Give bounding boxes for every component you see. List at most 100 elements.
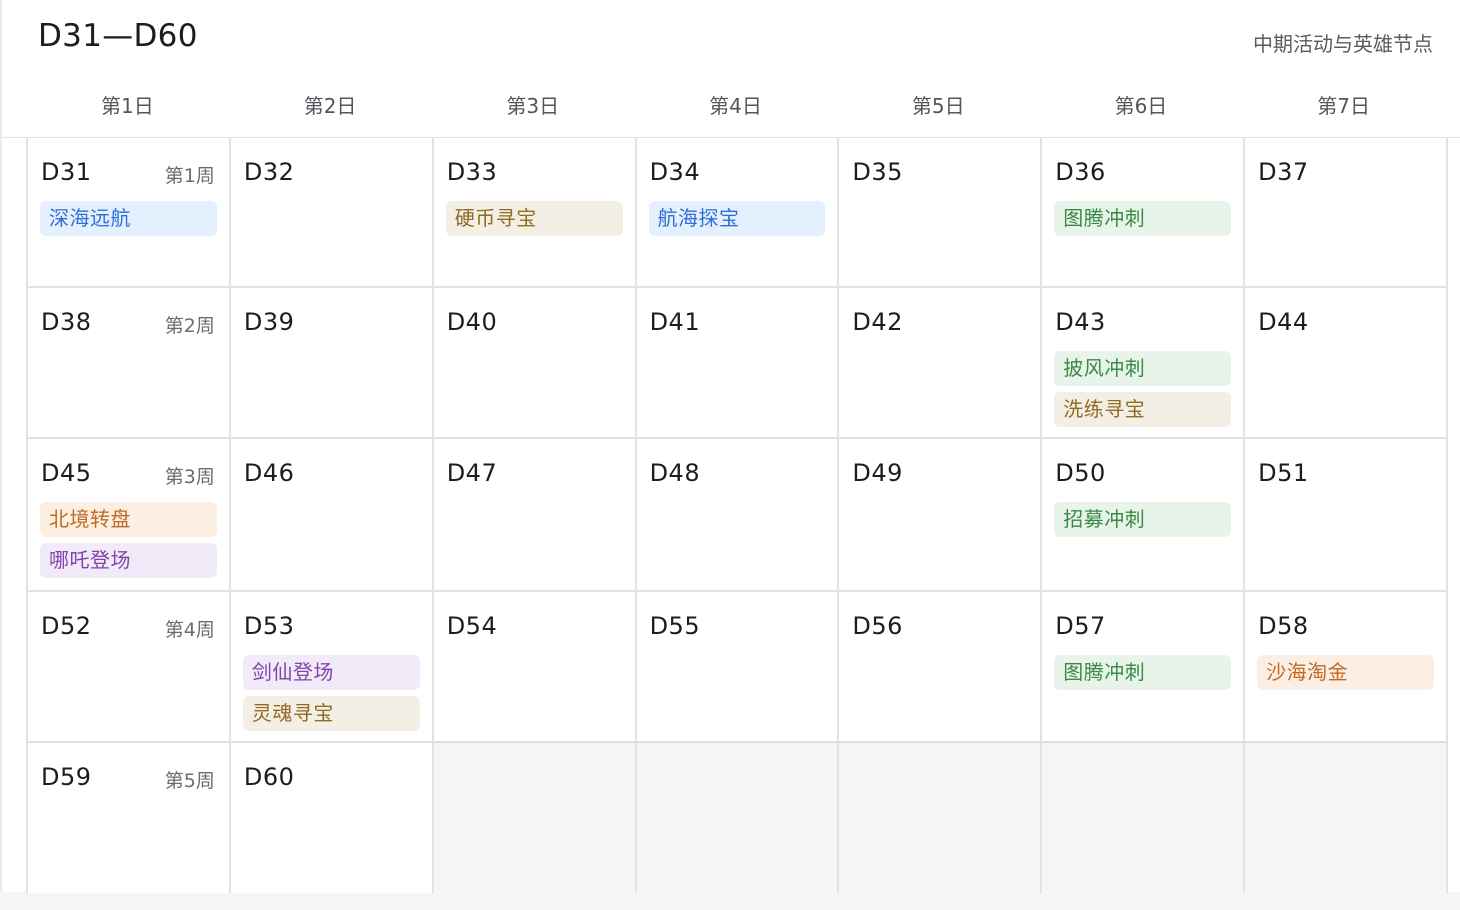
weekday-label: 第4日	[709, 94, 762, 118]
day-cell[interactable]: D42	[839, 288, 1043, 439]
day-number: D52	[41, 612, 92, 640]
day-number: D33	[446, 158, 498, 186]
day-cell[interactable]: D59 第5周	[28, 743, 231, 893]
day-number: D53	[243, 612, 295, 640]
day-cell[interactable]: D54	[433, 592, 637, 743]
event-list: 图腾冲刺	[1054, 201, 1232, 236]
weekday-label: 第2日	[303, 94, 357, 118]
day-cell[interactable]: D49	[839, 439, 1043, 592]
day-cell[interactable]: D50 招募冲刺	[1042, 439, 1246, 592]
event-list: 航海探宝	[648, 201, 826, 236]
day-cell[interactable]: D46	[230, 439, 434, 592]
day-number: D59	[41, 763, 92, 791]
day-number: D55	[649, 612, 701, 640]
event-list: 深海远航	[40, 201, 217, 236]
day-cell[interactable]: D48	[636, 439, 840, 592]
day-cell[interactable]: D31 第1周深海远航	[28, 138, 231, 288]
weekday-label: 第7日	[1317, 94, 1371, 118]
weekday-label: 第6日	[1114, 94, 1168, 118]
empty-day-cell	[433, 743, 637, 893]
day-cell[interactable]: D38 第2周	[28, 288, 231, 439]
day-number: D40	[446, 308, 498, 336]
day-number: D32	[243, 158, 295, 186]
day-cell[interactable]: D32	[230, 138, 434, 288]
day-cell[interactable]: D55	[636, 592, 840, 743]
week-label: 第5周	[164, 770, 215, 792]
week-label: 第2周	[164, 315, 215, 337]
event-chip[interactable]: 哪吒登场	[40, 543, 217, 578]
day-cell[interactable]: D43 披风冲刺洗练寻宝	[1042, 288, 1246, 439]
calendar-grid: D31 第1周深海远航 D32 D33 硬币寻宝 D34 航海探宝 D35 D36 图腾冲刺 D37…	[26, 138, 1448, 893]
day-cell[interactable]: D36 图腾冲刺	[1042, 138, 1246, 288]
day-number: D45	[41, 459, 92, 487]
day-number: D39	[243, 308, 295, 336]
day-cell[interactable]: D58 沙海淘金	[1245, 592, 1448, 743]
weekday-label: 第3日	[506, 94, 560, 118]
week-label: 第4周	[164, 619, 215, 641]
day-number: D47	[446, 459, 498, 487]
weekday-label: 第5日	[911, 94, 965, 118]
event-list: 图腾冲刺	[1054, 655, 1232, 690]
day-number: D51	[1258, 459, 1309, 487]
day-cell[interactable]: D35	[839, 138, 1043, 288]
day-cell[interactable]: D41	[636, 288, 840, 439]
day-cell[interactable]: D34 航海探宝	[636, 138, 840, 288]
event-chip[interactable]: 硬币寻宝	[445, 201, 623, 236]
event-chip[interactable]: 披风冲刺	[1054, 351, 1232, 386]
event-list: 剑仙登场 灵魂寻宝	[242, 655, 420, 731]
event-chip[interactable]: 洗练寻宝	[1054, 392, 1232, 427]
event-chip[interactable]: 图腾冲刺	[1054, 655, 1232, 690]
day-number: D50	[1055, 459, 1106, 487]
event-chip[interactable]: 深海远航	[40, 201, 217, 236]
day-number: D31	[41, 158, 92, 186]
day-number: D43	[1055, 308, 1106, 336]
page-title: D31—D60	[38, 18, 198, 54]
day-number: D34	[649, 158, 701, 186]
event-list: 招募冲刺	[1054, 502, 1232, 537]
day-cell[interactable]: D44	[1245, 288, 1448, 439]
day-number: D38	[41, 308, 92, 336]
empty-day-cell	[636, 743, 840, 893]
day-number: D49	[852, 459, 903, 487]
day-number: D42	[852, 308, 903, 336]
day-cell[interactable]: D57 图腾冲刺	[1042, 592, 1246, 743]
day-number: D57	[1055, 612, 1106, 640]
day-cell[interactable]: D47	[433, 439, 637, 592]
day-cell[interactable]: D60	[230, 743, 434, 893]
day-cell[interactable]: D56	[839, 592, 1043, 743]
day-number: D35	[852, 158, 903, 186]
week-label: 第3周	[164, 466, 215, 488]
day-cell[interactable]: D33 硬币寻宝	[433, 138, 637, 288]
bottom-strip	[0, 892, 1460, 910]
event-chip[interactable]: 航海探宝	[648, 201, 826, 236]
day-number: D37	[1258, 158, 1309, 186]
weekday-header: 第1日 第2日 第3日 第4日 第5日 第6日 第7日	[26, 88, 1445, 124]
weekday-label: 第1日	[100, 94, 154, 118]
event-chip[interactable]: 图腾冲刺	[1054, 201, 1232, 236]
event-chip[interactable]: 剑仙登场	[242, 655, 420, 690]
day-cell[interactable]: D39	[230, 288, 434, 439]
event-chip[interactable]: 招募冲刺	[1054, 502, 1232, 537]
day-number: D60	[243, 763, 295, 791]
day-number: D54	[446, 612, 498, 640]
event-chip[interactable]: 沙海淘金	[1257, 655, 1434, 690]
empty-day-cell	[839, 743, 1043, 893]
week-label: 第1周	[164, 165, 215, 187]
event-list: 披风冲刺 洗练寻宝	[1054, 351, 1232, 427]
event-list: 沙海淘金	[1257, 655, 1434, 690]
event-list: 北境转盘 哪吒登场	[40, 502, 217, 578]
day-cell[interactable]: D40	[433, 288, 637, 439]
day-number: D58	[1258, 612, 1309, 640]
day-cell[interactable]: D37	[1245, 138, 1448, 288]
page-subtitle: 中期活动与英雄节点	[1253, 32, 1433, 56]
event-chip[interactable]: 北境转盘	[40, 502, 217, 537]
day-cell[interactable]: D45 第3周北境转盘哪吒登场	[28, 439, 231, 592]
day-cell[interactable]: D51	[1245, 439, 1448, 592]
event-chip[interactable]: 灵魂寻宝	[242, 696, 420, 731]
empty-day-cell	[1042, 743, 1246, 893]
day-cell[interactable]: D53 剑仙登场灵魂寻宝	[230, 592, 434, 743]
day-number: D56	[852, 612, 903, 640]
day-number: D41	[649, 308, 701, 336]
day-cell[interactable]: D52 第4周	[28, 592, 231, 743]
day-number: D46	[243, 459, 295, 487]
